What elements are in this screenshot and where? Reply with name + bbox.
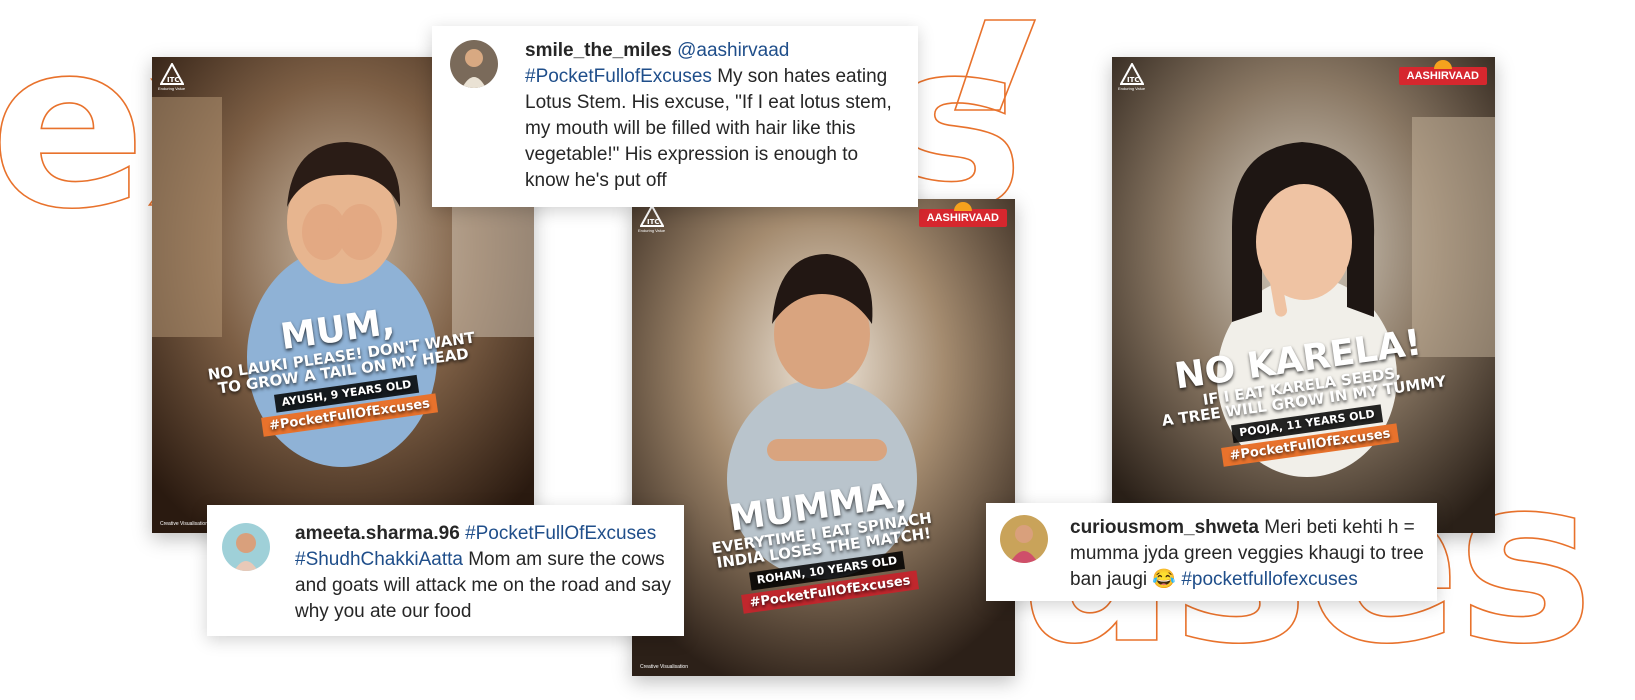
avatar — [450, 40, 498, 88]
aashirvaad-logo: AASHIRVAAD — [918, 202, 1007, 227]
comment-username[interactable]: ameeta.sharma.96 — [295, 523, 460, 544]
avatar — [1000, 515, 1048, 563]
comment-username[interactable]: smile_the_miles — [525, 40, 672, 61]
comment-hashtag[interactable]: #ShudhChakkiAatta — [295, 549, 463, 570]
aashirvaad-logo: AASHIRVAAD — [1398, 60, 1487, 85]
svg-text:ITC: ITC — [1127, 76, 1140, 84]
comment-mention[interactable]: @aashirvaad — [677, 40, 789, 61]
itc-logo: ITC Enduring Value — [638, 203, 665, 233]
comment-hashtag[interactable]: #pocketfullofexcuses — [1181, 569, 1357, 590]
itc-logo: ITC Enduring Value — [1118, 61, 1145, 91]
itc-logo: ITC Enduring Value — [158, 61, 185, 91]
comment-smile-the-miles: smile_the_miles @aashirvaad #PocketFullo… — [432, 26, 918, 207]
svg-text:ITC: ITC — [647, 218, 660, 226]
comment-ameeta: ameeta.sharma.96 #PocketFullOfExcuses #S… — [207, 505, 684, 636]
poster-pooja[interactable]: ITC Enduring Value AASHIRVAAD NO KARELA!… — [1112, 57, 1495, 533]
comment-curiousmom: curiousmom_shweta Meri beti kehti h = mu… — [986, 503, 1437, 601]
comment-hashtag[interactable]: #PocketFullOfExcuses — [465, 523, 656, 544]
svg-text:ITC: ITC — [167, 76, 180, 84]
poster-rohan[interactable]: ITC Enduring Value AASHIRVAAD MUMMA, EVE… — [632, 199, 1015, 676]
avatar — [222, 523, 270, 571]
comment-username[interactable]: curiousmom_shweta — [1070, 517, 1259, 538]
comment-hashtag[interactable]: #PocketFullofExcuses — [525, 66, 712, 87]
laughing-emoji-icon: 😂 — [1152, 569, 1177, 590]
